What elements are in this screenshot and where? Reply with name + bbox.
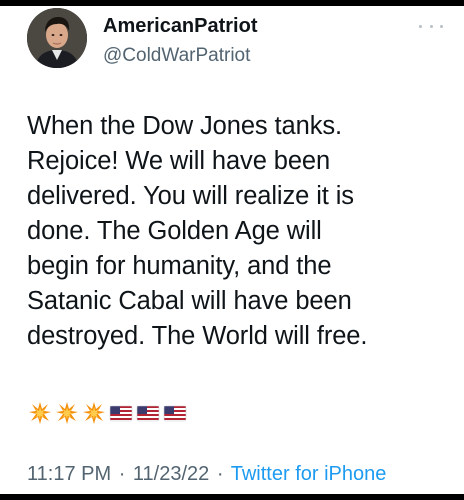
- more-dot: [429, 24, 433, 28]
- tweet-source-link[interactable]: Twitter for iPhone: [231, 463, 387, 485]
- tweet-meta: 11:17 PM · 11/23/22 · Twitter for iPhone: [27, 462, 386, 486]
- tweet-card: AmericanPatriot @ColdWarPatriot When the…: [0, 6, 464, 494]
- avatar[interactable]: [27, 8, 87, 68]
- meta-separator: ·: [216, 463, 224, 485]
- user-handle[interactable]: @ColdWarPatriot: [103, 44, 258, 68]
- us-flag-icon: [136, 405, 160, 422]
- more-options-icon[interactable]: [419, 18, 443, 34]
- tweet-header: AmericanPatriot @ColdWarPatriot: [27, 8, 447, 78]
- collision-icon: [83, 402, 105, 424]
- tweet-date[interactable]: 11/23/22: [133, 463, 209, 485]
- collision-icon: [29, 402, 51, 424]
- emoji-row: [28, 400, 187, 426]
- tweet-text: When the Dow Jones tanks. Rejoice! We wi…: [27, 112, 368, 350]
- avatar-image: [27, 8, 87, 68]
- meta-separator: ·: [118, 463, 126, 485]
- author-names: AmericanPatriot @ColdWarPatriot: [103, 14, 258, 68]
- tweet-time[interactable]: 11:17 PM: [27, 463, 111, 485]
- us-flag-icon: [109, 405, 133, 422]
- display-name[interactable]: AmericanPatriot: [103, 14, 258, 38]
- more-dot: [440, 24, 443, 28]
- more-dot: [419, 24, 422, 28]
- collision-icon: [56, 402, 78, 424]
- us-flag-icon: [163, 405, 187, 422]
